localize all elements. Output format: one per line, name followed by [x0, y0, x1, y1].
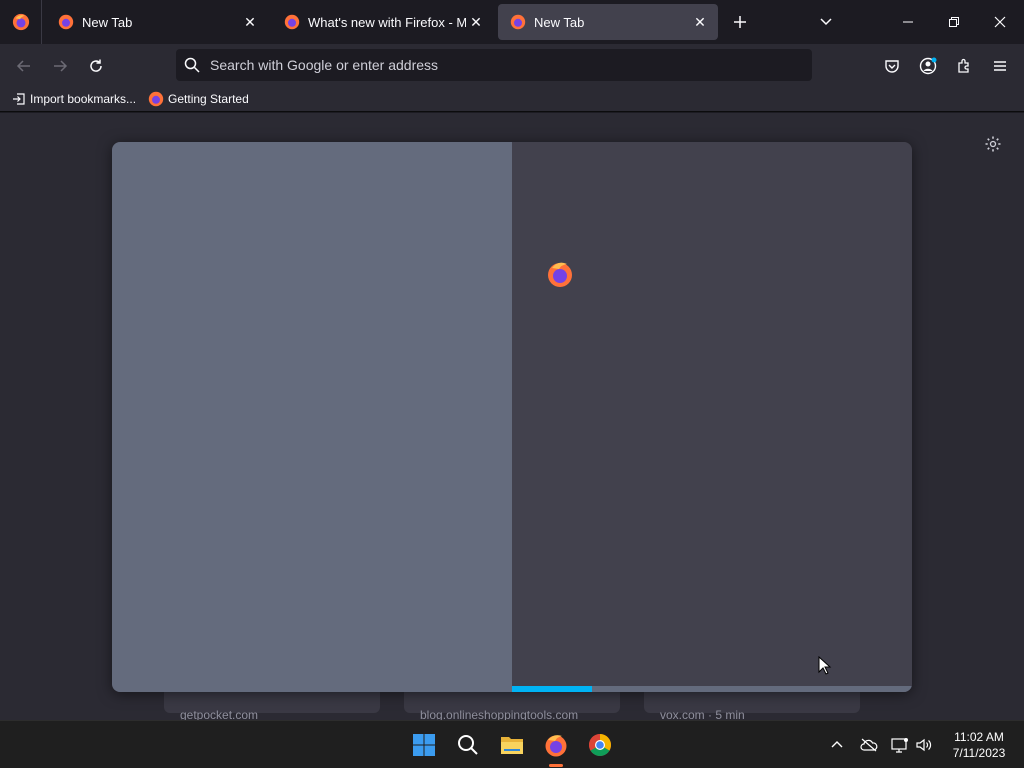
chevron-down-icon [820, 18, 832, 26]
bookmarks-toolbar: Import bookmarks... Getting Started [0, 86, 1024, 112]
top-site-label: vox.com · 5 min [660, 708, 745, 720]
reload-button[interactable] [82, 52, 110, 80]
import-icon [13, 92, 25, 105]
close-tab-icon[interactable]: ✕ [240, 12, 260, 32]
system-clock[interactable]: 11:02 AM 7/11/2023 [944, 729, 1014, 761]
folder-icon [501, 737, 523, 754]
chrome-icon [589, 734, 611, 756]
plus-icon [734, 16, 746, 28]
restore-icon [949, 17, 959, 27]
start-button[interactable] [408, 729, 440, 761]
new-tab-page: getpocket.com blog.onlineshoppingtools.c… [0, 113, 1024, 720]
onboarding-hero-panel [112, 142, 512, 692]
minimize-icon [903, 21, 913, 23]
tab-whats-new[interactable]: What's new with Firefox - More ✕ [272, 4, 494, 40]
bookmark-import[interactable]: Import bookmarks... [12, 88, 136, 110]
top-site-label: blog.onlineshoppingtools.com [420, 708, 579, 720]
firefox-favicon-icon [510, 14, 526, 30]
volume-tray-icon[interactable] [914, 735, 934, 755]
pocket-icon [885, 60, 899, 73]
taskbar: 11:02 AM 7/11/2023 [0, 720, 1024, 768]
app-menu-button[interactable] [986, 52, 1014, 80]
taskbar-search-button[interactable] [452, 729, 484, 761]
search-icon [458, 735, 478, 755]
hamburger-menu-icon [994, 61, 1006, 71]
arrow-right-icon [54, 60, 68, 72]
onedrive-tray-icon[interactable] [859, 735, 879, 755]
mouse-cursor-icon [818, 656, 832, 675]
close-tab-icon[interactable]: ✕ [690, 12, 710, 32]
close-window-button[interactable] [986, 8, 1014, 36]
tab-new-tab-1[interactable]: New Tab ✕ [46, 4, 268, 40]
restore-button[interactable] [940, 8, 968, 36]
network-tray-icon[interactable] [890, 735, 910, 755]
back-button[interactable] [10, 52, 38, 80]
minimize-button[interactable] [894, 8, 922, 36]
address-bar[interactable] [176, 49, 812, 81]
new-tab-button[interactable] [728, 10, 752, 34]
account-icon [919, 57, 937, 75]
firefox-favicon-icon [58, 14, 74, 30]
onboarding-progress-track [512, 686, 912, 692]
close-tab-icon[interactable]: ✕ [466, 12, 486, 32]
firefox-favicon-icon [148, 91, 164, 106]
firefox-taskbar-button[interactable] [540, 729, 572, 761]
personalize-button[interactable] [984, 135, 1002, 153]
speaker-icon [916, 738, 932, 752]
account-button[interactable] [914, 52, 942, 80]
bookmark-getting-started[interactable]: Getting Started [148, 88, 249, 110]
top-site-label: getpocket.com [180, 708, 259, 720]
onboarding-modal [112, 142, 912, 692]
tab-new-tab-active[interactable]: New Tab ✕ [498, 4, 718, 40]
bookmark-label: Import bookmarks... [30, 91, 137, 106]
clock-date: 7/11/2023 [952, 746, 1006, 760]
active-app-indicator [549, 764, 563, 767]
list-all-tabs-button[interactable] [814, 10, 838, 34]
tab-title: New Tab [534, 14, 585, 30]
clock-time: 11:02 AM [954, 730, 1004, 744]
pocket-button[interactable] [878, 52, 906, 80]
firefox-favicon-icon [284, 14, 300, 30]
arrow-left-icon [16, 60, 30, 72]
chevron-up-icon [831, 741, 843, 748]
puzzle-icon [958, 58, 969, 73]
tab-title: What's new with Firefox - More [308, 14, 466, 30]
file-explorer-button[interactable] [496, 729, 528, 761]
forward-button[interactable] [46, 52, 74, 80]
reload-icon [90, 59, 102, 72]
gear-icon [985, 136, 1001, 152]
firefox-logo-icon [545, 735, 567, 757]
cloud-off-icon [860, 738, 878, 752]
onboarding-progress-fill [512, 686, 592, 692]
tab-bar: New Tab ✕ What's new with Firefox - More… [0, 0, 1024, 44]
firefox-logo-icon [548, 262, 572, 287]
tab-title: New Tab [82, 14, 133, 30]
search-icon [184, 57, 200, 73]
firefox-logo-icon [12, 13, 29, 31]
bookmark-label: Getting Started [168, 91, 249, 106]
nav-bar [0, 44, 1024, 86]
show-hidden-icons-button[interactable] [827, 735, 847, 755]
onboarding-content-panel [512, 142, 912, 692]
extensions-button[interactable] [950, 52, 978, 80]
chrome-taskbar-button[interactable] [584, 729, 616, 761]
close-icon [994, 16, 1006, 28]
firefox-view-button[interactable] [0, 0, 42, 44]
windows-start-icon [413, 734, 435, 756]
network-icon [891, 738, 908, 753]
url-input[interactable] [210, 57, 812, 73]
